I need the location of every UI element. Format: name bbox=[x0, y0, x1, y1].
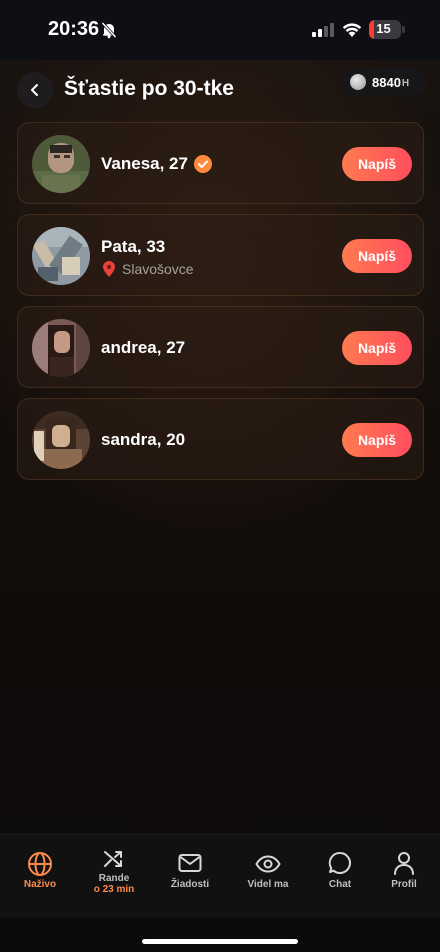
profile-name-text: Pata, 33 bbox=[101, 237, 166, 256]
status-time: 20:36 bbox=[48, 18, 100, 40]
profile-location: Slavošovce bbox=[102, 261, 194, 277]
profile-name-text: sandra, 20 bbox=[101, 430, 186, 449]
globe-icon bbox=[28, 852, 52, 876]
user-icon bbox=[394, 852, 414, 875]
home-indicator[interactable] bbox=[142, 939, 298, 944]
profile-name-text: andrea, 27 bbox=[101, 338, 186, 357]
mail-icon bbox=[178, 854, 202, 872]
bottom-nav: Naživo Rande o 23 min Žiadosti Videl ma … bbox=[0, 834, 440, 918]
bell-off-icon bbox=[101, 21, 117, 39]
nav-label-requests: Žiadosti bbox=[170, 879, 210, 890]
chat-bubble-icon bbox=[328, 851, 351, 874]
write-button[interactable]: Napíš bbox=[342, 147, 412, 181]
location-text: Slavošovce bbox=[122, 261, 194, 277]
avatar[interactable] bbox=[32, 135, 90, 193]
nav-item-chat[interactable]: Chat bbox=[320, 835, 360, 919]
profile-name: andrea, 27 bbox=[101, 338, 185, 358]
verified-icon bbox=[193, 155, 212, 173]
back-button[interactable] bbox=[17, 72, 53, 108]
coin-balance[interactable]: 8840 H bbox=[340, 68, 426, 96]
screen: 20:36 15 Šťastie po 30-tke 8840 H Vanesa… bbox=[0, 0, 440, 952]
nav-item-requests[interactable]: Žiadosti bbox=[170, 835, 210, 919]
profile-card-andrea[interactable]: andrea, 27 Napíš bbox=[17, 306, 424, 388]
profile-card-pata[interactable]: Pata, 33 Slavošovce Napíš bbox=[17, 214, 424, 296]
nav-label-date: Rande bbox=[98, 873, 130, 884]
profile-name: Vanesa, 27 bbox=[101, 154, 212, 174]
nav-label-viewed: Videl ma bbox=[247, 879, 289, 890]
battery-icon: 15 bbox=[369, 20, 401, 39]
battery-nub bbox=[402, 26, 405, 33]
nav-date-timer: o 23 min bbox=[93, 884, 135, 895]
home-area bbox=[0, 918, 440, 952]
coin-icon bbox=[350, 74, 366, 90]
shuffle-icon bbox=[104, 851, 122, 867]
nav-item-date[interactable]: Rande o 23 min bbox=[94, 835, 134, 919]
nav-label-profile: Profil bbox=[391, 879, 417, 890]
nav-label-live: Naživo bbox=[23, 879, 57, 890]
chevron-left-icon bbox=[31, 84, 38, 96]
nav-item-profile[interactable]: Profil bbox=[384, 835, 424, 919]
battery-text: 15 bbox=[376, 21, 391, 36]
eye-icon bbox=[255, 855, 281, 873]
write-button[interactable]: Napíš bbox=[342, 423, 412, 457]
page-title: Šťastie po 30-tke bbox=[64, 77, 234, 100]
avatar[interactable] bbox=[32, 227, 90, 285]
profile-card-sandra[interactable]: sandra, 20 Napíš bbox=[17, 398, 424, 480]
write-button[interactable]: Napíš bbox=[342, 239, 412, 273]
nav-item-viewed[interactable]: Videl ma bbox=[248, 835, 288, 919]
signal-icon bbox=[312, 23, 334, 37]
nav-item-live[interactable]: Naživo bbox=[20, 835, 60, 919]
coin-unit: H bbox=[401, 77, 410, 89]
profile-name-text: Vanesa, 27 bbox=[101, 154, 188, 173]
location-pin-icon bbox=[103, 261, 115, 277]
profile-card-vanesa[interactable]: Vanesa, 27 Napíš bbox=[17, 122, 424, 204]
profile-name: Pata, 33 bbox=[101, 237, 165, 257]
write-button[interactable]: Napíš bbox=[342, 331, 412, 365]
status-bar: 20:36 15 bbox=[0, 0, 440, 60]
wifi-icon bbox=[342, 23, 362, 37]
avatar[interactable] bbox=[32, 411, 90, 469]
coin-value: 8840 bbox=[372, 74, 401, 90]
profile-name: sandra, 20 bbox=[101, 430, 185, 450]
avatar[interactable] bbox=[32, 319, 90, 377]
